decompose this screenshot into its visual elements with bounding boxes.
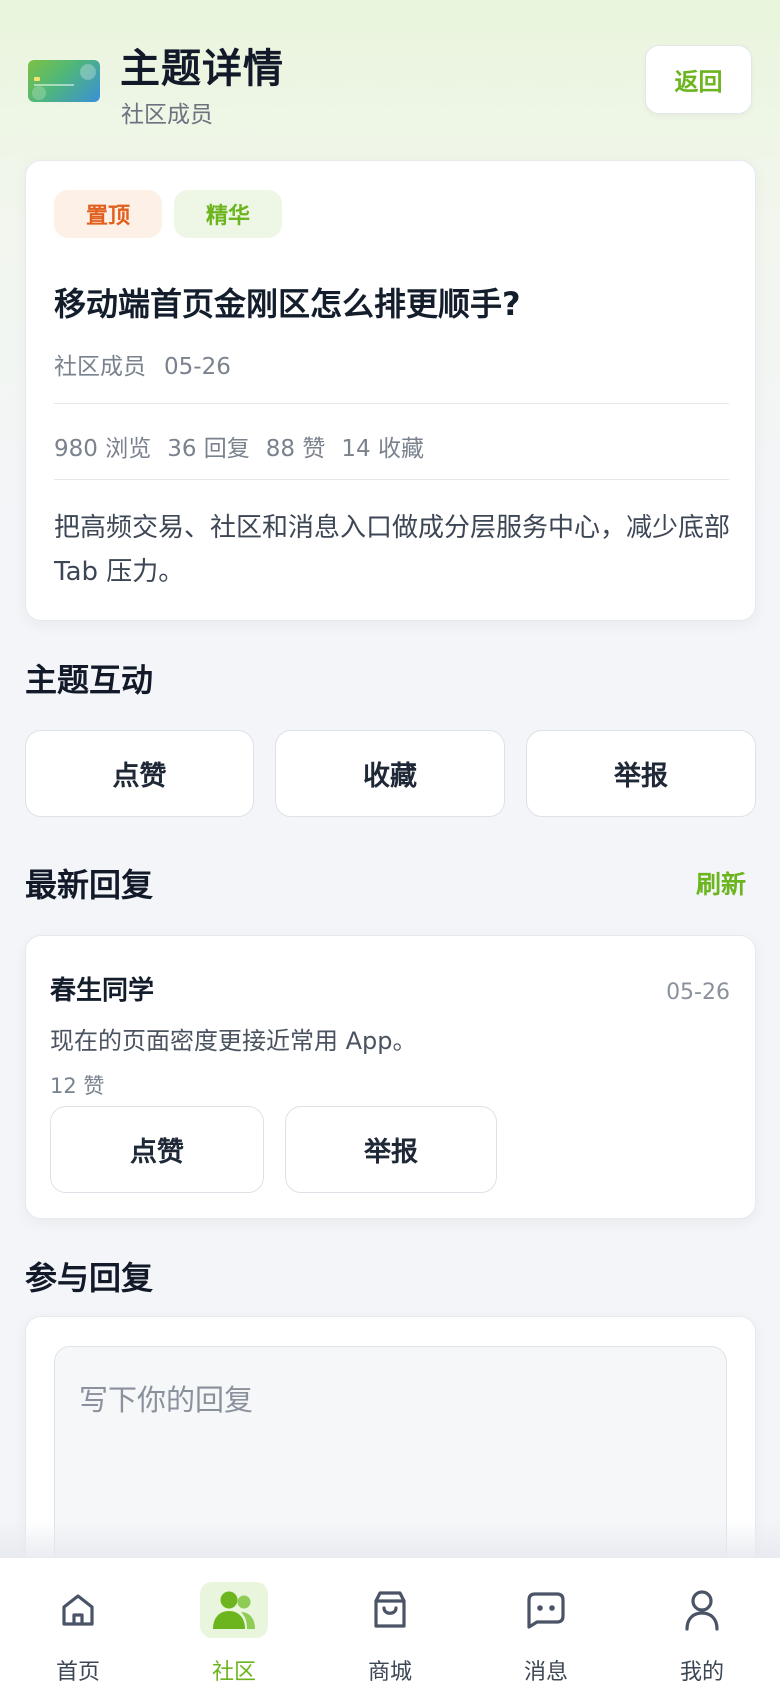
home-icon bbox=[44, 1582, 112, 1638]
tab-community-label: 社区 bbox=[211, 1660, 256, 1685]
tab-profile-label: 我的 bbox=[679, 1660, 724, 1685]
profile-icon bbox=[668, 1582, 736, 1638]
shopping-bag-icon bbox=[356, 1582, 424, 1638]
reply-likes-count: 12 赞 bbox=[50, 1074, 105, 1098]
tab-home[interactable]: 首页 bbox=[0, 1558, 156, 1688]
topic-body: 把高频交易、社区和消息入口做成分层服务中心，减少底部 Tab 压力。 bbox=[54, 513, 731, 587]
replies-count: 36 回复 bbox=[167, 436, 250, 462]
topic-author: 社区成员 bbox=[54, 354, 146, 380]
topic-card: 置顶 精华 移动端首页金刚区怎么排更顺手? 社区成员 05-26 980 浏览 36… bbox=[25, 160, 756, 621]
app-logo bbox=[28, 60, 100, 102]
page-subtitle: 社区成员 bbox=[121, 102, 213, 128]
favorites-count: 14 收藏 bbox=[341, 436, 424, 462]
featured-tag: 精华 bbox=[174, 190, 282, 238]
pinned-tag: 置顶 bbox=[54, 190, 162, 238]
tab-community[interactable]: 社区 bbox=[156, 1558, 312, 1688]
message-icon bbox=[512, 1582, 580, 1638]
tab-mall-label: 商城 bbox=[367, 1660, 412, 1685]
reply-author[interactable]: 春生同学 bbox=[50, 970, 154, 1007]
views-count: 980 浏览 bbox=[54, 436, 152, 462]
bottom-tab-bar: 首页 社区 商城 消息 我的 bbox=[0, 1557, 780, 1688]
page-title: 主题详情 bbox=[120, 46, 284, 92]
latest-replies-title: 最新回复 bbox=[25, 866, 154, 904]
topic-meta: 社区成员 05-26 bbox=[54, 347, 231, 381]
favorite-topic-button[interactable]: 收藏 bbox=[275, 730, 505, 817]
tab-messages-label: 消息 bbox=[523, 1660, 568, 1685]
like-reply-button[interactable]: 点赞 bbox=[50, 1106, 264, 1193]
divider bbox=[54, 403, 729, 404]
interaction-section-title: 主题互动 bbox=[25, 661, 154, 699]
tab-home-label: 首页 bbox=[55, 1660, 100, 1685]
topic-stats: 980 浏览 36 回复 88 赞 14 收藏 bbox=[54, 429, 424, 463]
reply-text: 现在的页面密度更接近常用 App。 bbox=[50, 1027, 417, 1055]
reply-card: 春生同学 05-26 现在的页面密度更接近常用 App。 12 赞 点赞 举报 bbox=[25, 935, 756, 1219]
topic-date: 05-26 bbox=[164, 354, 231, 380]
community-icon bbox=[200, 1582, 268, 1638]
tab-messages[interactable]: 消息 bbox=[468, 1558, 624, 1688]
app-header: 主题详情 社区成员 返回 bbox=[0, 0, 780, 150]
tab-profile[interactable]: 我的 bbox=[624, 1558, 780, 1688]
tab-mall[interactable]: 商城 bbox=[312, 1558, 468, 1688]
scroll-fade bbox=[0, 1520, 780, 1560]
divider bbox=[54, 479, 729, 480]
back-button[interactable]: 返回 bbox=[645, 45, 752, 114]
report-topic-button[interactable]: 举报 bbox=[526, 730, 756, 817]
like-topic-button[interactable]: 点赞 bbox=[25, 730, 254, 817]
report-reply-button[interactable]: 举报 bbox=[285, 1106, 497, 1193]
likes-count: 88 赞 bbox=[265, 436, 326, 462]
compose-section-title: 参与回复 bbox=[25, 1259, 154, 1297]
reply-date: 05-26 bbox=[666, 980, 730, 1005]
refresh-button[interactable]: 刷新 bbox=[696, 865, 746, 901]
topic-title: 移动端首页金刚区怎么排更顺手? bbox=[54, 285, 521, 323]
